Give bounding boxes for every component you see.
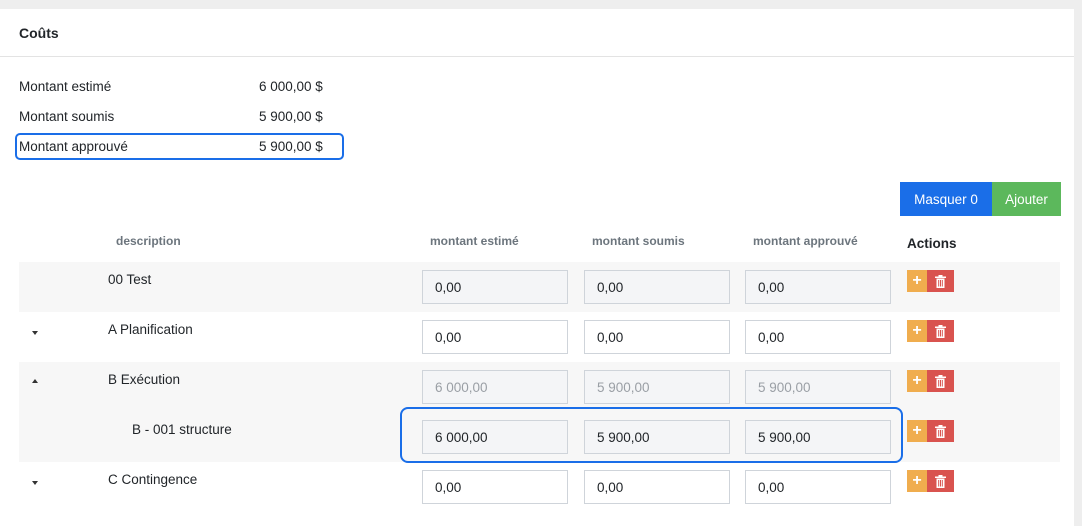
submitted-amount-field[interactable]: 0,00	[584, 470, 730, 504]
trash-icon[interactable]	[927, 420, 954, 442]
plus-icon[interactable]: +	[907, 320, 927, 342]
column-header-submitted: montant soumis	[592, 234, 685, 248]
caret-down-icon[interactable]	[32, 331, 38, 335]
submitted-amount-field: 5 900,00	[584, 370, 730, 404]
caret-up-icon[interactable]	[32, 379, 38, 383]
masquer-button[interactable]: Masquer 0	[900, 182, 992, 216]
submitted-amount-field[interactable]: 0,00	[584, 320, 730, 354]
column-header-approved: montant approuvé	[753, 234, 858, 248]
summary-submitted-label: Montant soumis	[19, 109, 115, 124]
submitted-amount-field[interactable]: 5 900,00	[584, 420, 730, 454]
approved-amount-field[interactable]: 0,00	[745, 320, 891, 354]
table-row: B - 001 structure 6 000,00 5 900,00 5 90…	[19, 412, 1060, 462]
column-header-estimated: montant estimé	[430, 234, 519, 248]
plus-icon[interactable]: +	[907, 370, 927, 392]
approved-amount-field[interactable]: 0,00	[745, 470, 891, 504]
approved-amount-field[interactable]: 0,00	[745, 270, 891, 304]
summary-estimated-value: 6 000,00 $	[259, 79, 323, 94]
card-divider	[0, 56, 1074, 57]
caret-down-icon[interactable]	[32, 481, 38, 485]
approved-amount-field[interactable]: 5 900,00	[745, 420, 891, 454]
estimated-amount-field[interactable]: 0,00	[422, 470, 568, 504]
table-row: B Exécution 6 000,00 5 900,00 5 900,00 +	[19, 362, 1060, 412]
summary-approved-value: 5 900,00 $	[259, 139, 323, 154]
row-description: A Planification	[108, 322, 193, 337]
trash-icon[interactable]	[927, 370, 954, 392]
trash-icon[interactable]	[927, 270, 954, 292]
table-row: 00 Test 0,00 0,00 0,00 +	[19, 262, 1060, 312]
trash-icon[interactable]	[927, 470, 954, 492]
costs-card: Coûts Montant estimé 6 000,00 $ Montant …	[0, 9, 1074, 526]
summary-estimated-label: Montant estimé	[19, 79, 112, 94]
row-description: C Contingence	[108, 472, 198, 487]
card-title: Coûts	[19, 25, 59, 41]
column-header-actions: Actions	[907, 236, 957, 251]
row-description: 00 Test	[108, 272, 152, 287]
estimated-amount-field: 6 000,00	[422, 370, 568, 404]
plus-icon[interactable]: +	[907, 270, 927, 292]
submitted-amount-field[interactable]: 0,00	[584, 270, 730, 304]
plus-icon[interactable]: +	[907, 420, 927, 442]
row-description: B Exécution	[108, 372, 181, 387]
row-description: B - 001 structure	[132, 422, 232, 437]
approved-amount-field: 5 900,00	[745, 370, 891, 404]
table-row: C Contingence 0,00 0,00 0,00 +	[19, 462, 1060, 512]
trash-icon[interactable]	[927, 320, 954, 342]
estimated-amount-field[interactable]: 6 000,00	[422, 420, 568, 454]
column-header-description: description	[116, 234, 181, 248]
summary-submitted-value: 5 900,00 $	[259, 109, 323, 124]
plus-icon[interactable]: +	[907, 470, 927, 492]
ajouter-button[interactable]: Ajouter	[992, 182, 1061, 216]
summary-approved-label: Montant approuvé	[19, 139, 128, 154]
estimated-amount-field[interactable]: 0,00	[422, 320, 568, 354]
table-row: A Planification 0,00 0,00 0,00 +	[19, 312, 1060, 362]
estimated-amount-field[interactable]: 0,00	[422, 270, 568, 304]
